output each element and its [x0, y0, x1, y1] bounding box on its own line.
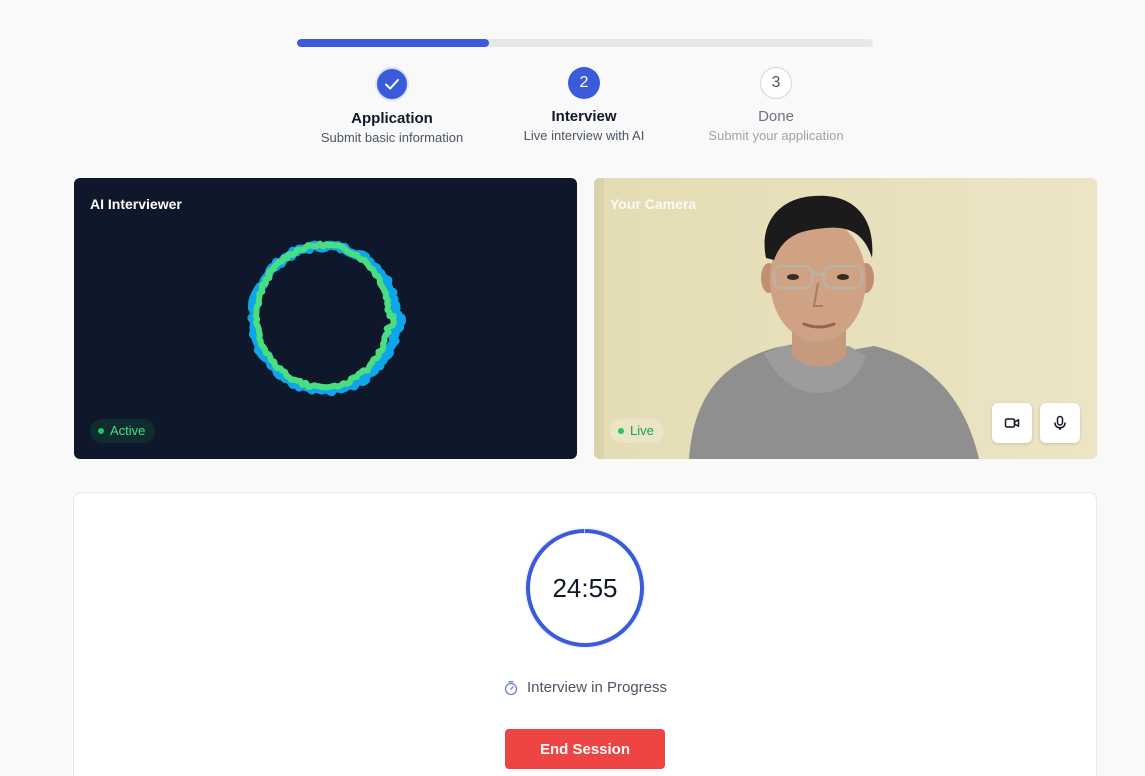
progress-bar: [297, 39, 873, 47]
step-subtitle: Submit basic information: [320, 130, 464, 145]
step-application: Application Submit basic information: [302, 67, 482, 145]
timer-value: 24:55: [552, 572, 618, 603]
status-badge: Active: [90, 419, 156, 443]
step-number: 2: [568, 67, 600, 99]
status-text: Interview in Progress: [526, 679, 668, 696]
ai-interviewer-panel: AI Interviewer Active: [74, 178, 577, 459]
step-subtitle: Live interview with AI: [523, 128, 645, 143]
step-title: Interview: [551, 108, 617, 125]
check-icon: [375, 67, 409, 101]
countdown-timer: 24:55: [524, 527, 646, 649]
interview-status: Interview in Progress: [74, 679, 1096, 696]
end-session-button[interactable]: End Session: [505, 729, 665, 769]
live-badge: Live: [610, 419, 664, 443]
video-camera-icon: [1004, 418, 1020, 428]
camera-panel-label: Your Camera: [610, 196, 697, 212]
step-number: 3: [760, 67, 792, 99]
audio-waveform: [247, 240, 406, 397]
camera-panel: Your Camera Live: [594, 178, 1097, 459]
step-title: Application: [351, 110, 433, 127]
step-title: Done: [758, 108, 794, 125]
step-subtitle: Submit your application: [708, 128, 844, 143]
toggle-microphone-button[interactable]: [1040, 403, 1080, 443]
microphone-icon: [1054, 415, 1066, 430]
session-card: 24:55 Interview in Progress End Session: [73, 492, 1097, 776]
toggle-video-button[interactable]: [992, 403, 1032, 443]
stopwatch-icon: [504, 680, 518, 695]
step-interview: 2 Interview Live interview with AI: [494, 67, 674, 143]
step-done: 3 Done Submit your application: [686, 67, 866, 143]
progress-bar-fill: [297, 39, 489, 47]
